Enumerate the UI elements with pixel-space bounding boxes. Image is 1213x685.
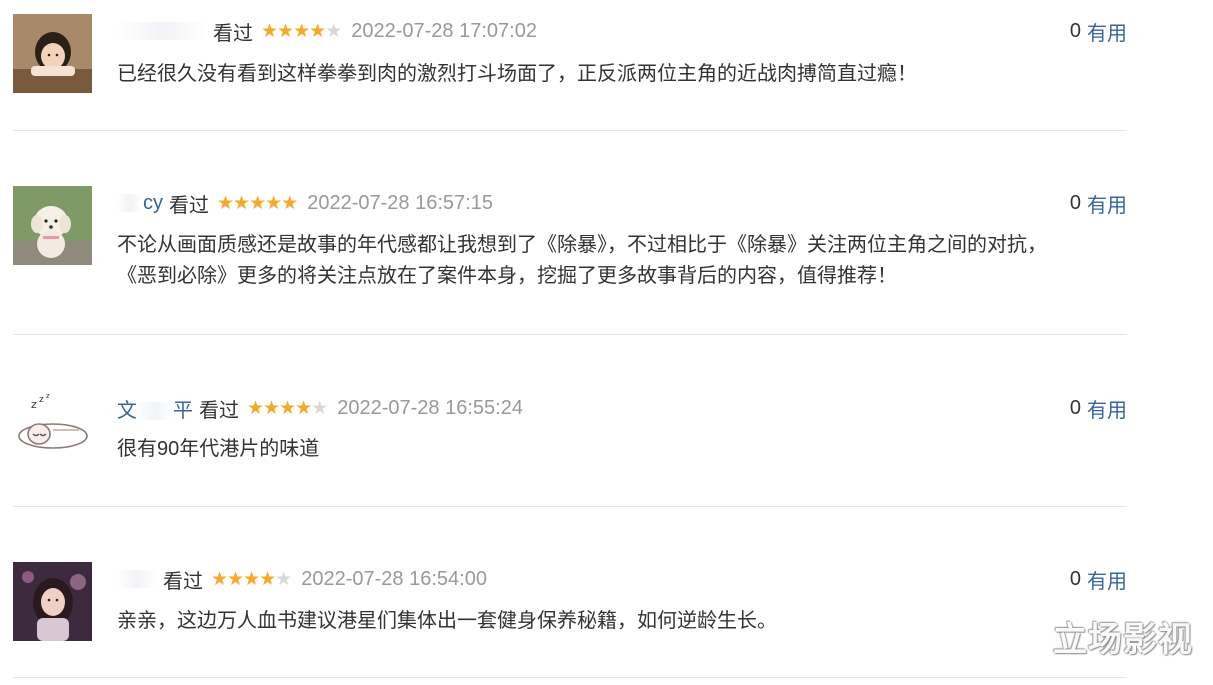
review-time: 2022-07-28 16:57:15 — [307, 191, 493, 214]
useful-button[interactable]: 有用 — [1087, 189, 1127, 218]
star-filled-icon: ★ — [217, 192, 234, 214]
star-empty-icon: ★ — [325, 20, 342, 42]
review-content-line: 不论从画面质感还是故事的年代感都让我想到了《除暴》，不过相比于《除暴》关注两位主… — [117, 234, 1047, 256]
star-filled-icon: ★ — [227, 568, 244, 590]
star-filled-icon: ★ — [293, 20, 310, 42]
username-link[interactable]: 文平 — [117, 394, 193, 423]
star-filled-icon: ★ — [277, 20, 294, 42]
watermark: 立场影视 — [1053, 620, 1193, 660]
star-filled-icon: ★ — [259, 568, 276, 590]
useful-vote: 0 有用 — [1070, 189, 1127, 217]
star-filled-icon: ★ — [309, 20, 326, 42]
star-filled-icon: ★ — [233, 192, 250, 214]
useful-vote: 0 有用 — [1070, 394, 1127, 422]
star-filled-icon: ★ — [279, 397, 296, 419]
review-item: z z z 文平 看过 ★ ★ ★ ★ ★ 2022-07-28 16:55:24 0 … — [13, 335, 1127, 507]
star-filled-icon: ★ — [249, 192, 266, 214]
review-meta: 文平 看过 ★ ★ ★ ★ ★ 2022-07-28 16:55:24 — [117, 394, 523, 422]
star-rating: ★ ★ ★ ★ ★ — [261, 20, 342, 42]
review-content-line: 《恶到必除》更多的将关注点放在了案件本身，挖掘了更多故事背后的内容，值得推荐！ — [117, 265, 897, 287]
star-rating: ★ ★ ★ ★ ★ — [211, 568, 292, 590]
star-filled-icon: ★ — [211, 568, 228, 590]
star-filled-icon: ★ — [243, 568, 260, 590]
star-rating: ★ ★ ★ ★ ★ — [247, 397, 328, 419]
watched-label: 看过 — [163, 570, 203, 593]
useful-count: 0 — [1069, 191, 1081, 214]
review-content: 已经很久没有看到这样拳拳到肉的激烈打斗场面了，正反派两位主角的近战肉搏简直过瘾！ — [117, 63, 917, 85]
star-empty-icon: ★ — [275, 568, 292, 590]
useful-vote: 0 有用 — [1070, 565, 1127, 593]
svg-text:z: z — [46, 392, 50, 400]
star-filled-icon: ★ — [265, 192, 282, 214]
review-item: 看过 ★ ★ ★ ★ ★ 2022-07-28 16:54:00 0 有用 亲亲，这边万… — [13, 507, 1127, 678]
username-link[interactable]: cy — [117, 192, 163, 215]
svg-text:z: z — [31, 398, 37, 411]
review-time: 2022-07-28 16:55:24 — [337, 396, 523, 419]
star-empty-icon: ★ — [311, 397, 328, 419]
review-meta: cy 看过 ★ ★ ★ ★ ★ 2022-07-28 16:57:15 — [117, 189, 493, 217]
useful-count: 0 — [1069, 567, 1081, 590]
star-filled-icon: ★ — [261, 20, 278, 42]
useful-vote: 0 有用 — [1070, 17, 1127, 45]
review-time: 2022-07-28 17:07:02 — [351, 19, 537, 42]
watched-label: 看过 — [213, 22, 253, 45]
username-link[interactable] — [117, 568, 157, 591]
watched-label: 看过 — [169, 194, 209, 217]
star-rating: ★ ★ ★ ★ ★ — [217, 192, 298, 214]
useful-button[interactable]: 有用 — [1087, 394, 1127, 423]
username-link[interactable] — [117, 20, 207, 43]
useful-count: 0 — [1069, 396, 1081, 419]
watched-label: 看过 — [199, 399, 239, 422]
useful-button[interactable]: 有用 — [1087, 565, 1127, 594]
user-avatar[interactable] — [13, 14, 92, 93]
review-content: 不论从画面质感还是故事的年代感都让我想到了《除暴》，不过相比于《除暴》关注两位主… — [117, 230, 1117, 292]
star-filled-icon: ★ — [295, 397, 312, 419]
user-avatar[interactable] — [13, 562, 92, 641]
star-filled-icon: ★ — [263, 397, 280, 419]
star-filled-icon: ★ — [247, 397, 264, 419]
review-content: 很有90年代港片的味道 — [117, 438, 320, 460]
review-meta: 看过 ★ ★ ★ ★ ★ 2022-07-28 17:07:02 — [117, 17, 537, 45]
svg-text:z: z — [39, 395, 44, 405]
user-avatar[interactable] — [13, 186, 92, 265]
review-content: 亲亲，这边万人血书建议港星们集体出一套健身保养秘籍，如何逆龄生长。 — [117, 610, 777, 632]
user-avatar[interactable]: z z z — [13, 390, 92, 469]
useful-count: 0 — [1069, 19, 1081, 42]
star-filled-icon: ★ — [281, 192, 298, 214]
review-meta: 看过 ★ ★ ★ ★ ★ 2022-07-28 16:54:00 — [117, 565, 487, 593]
useful-button[interactable]: 有用 — [1087, 17, 1127, 46]
review-time: 2022-07-28 16:54:00 — [301, 567, 487, 590]
review-item: cy 看过 ★ ★ ★ ★ ★ 2022-07-28 16:57:15 0 有用 不论从… — [13, 131, 1127, 335]
review-item: 看过 ★ ★ ★ ★ ★ 2022-07-28 17:07:02 0 有用 已经很久没有… — [13, 0, 1127, 131]
